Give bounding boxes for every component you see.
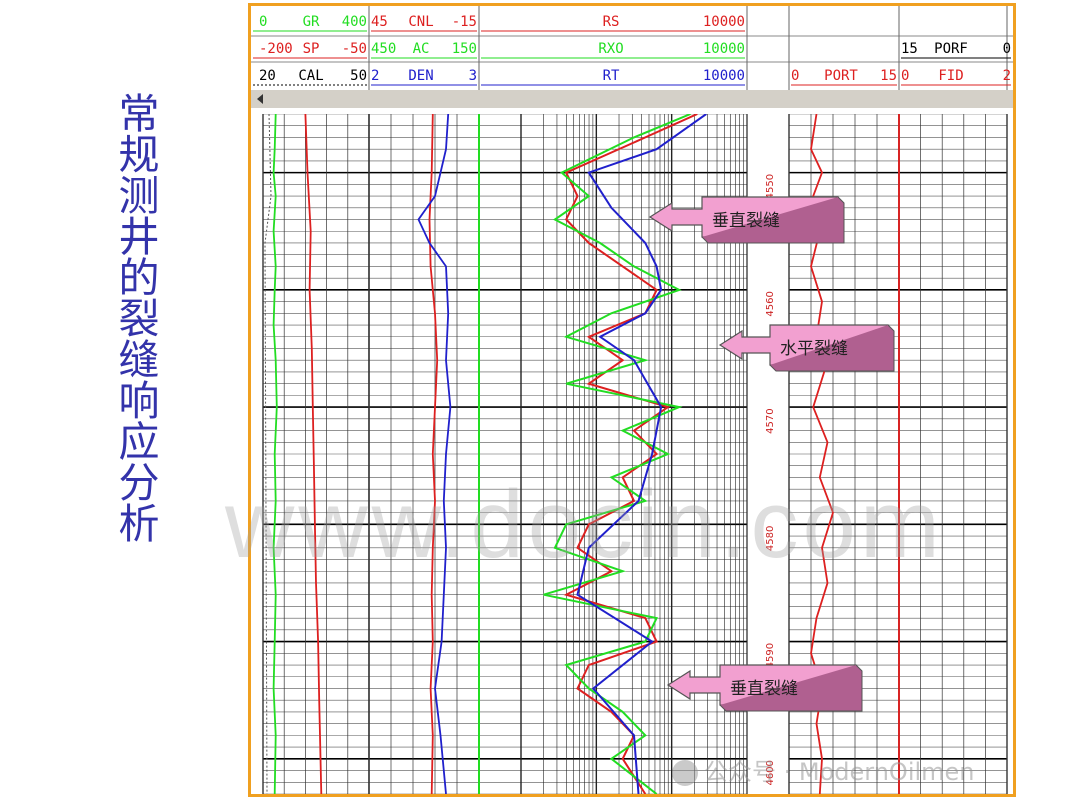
credit-text: 公众号 · ModernOilmen <box>704 758 975 786</box>
header-right-value: -50 <box>342 41 367 57</box>
log-plot: 455045604570458045904600 <box>262 114 1008 794</box>
depth-tick-label: 4580 <box>765 526 776 551</box>
header-left-value: 450 <box>371 41 396 57</box>
header-curve-name: CNL <box>408 14 433 30</box>
header-curve-name: PORF <box>934 41 968 57</box>
fracture-callout: 垂直裂缝 <box>648 189 860 245</box>
header-curve-name: AC <box>413 41 430 57</box>
header-left-value: 0 <box>791 68 799 84</box>
header-left-value: 15 <box>901 41 918 57</box>
header-left-value: 20 <box>259 68 276 84</box>
header-right-value: 10000 <box>703 68 745 84</box>
header-curve-name: GR <box>303 14 320 30</box>
header-left-value: -200 <box>259 41 293 57</box>
header-curve-name: CAL <box>298 68 323 84</box>
header-right-value: 15 <box>880 68 897 84</box>
header-right-value: 3 <box>469 68 477 84</box>
callout-label: 垂直裂缝 <box>712 210 780 231</box>
fracture-callout: 水平裂缝 <box>718 317 910 373</box>
depth-tick-label: 4570 <box>765 408 776 433</box>
header-right-value: 10000 <box>703 14 745 30</box>
header-right-value: 2 <box>1003 68 1011 84</box>
depth-tick-label: 4560 <box>765 291 776 316</box>
header-curve-name: PORT <box>824 68 858 84</box>
header-right-value: 400 <box>342 14 367 30</box>
header-right-value: 10000 <box>703 41 745 57</box>
page-title: 常规测井的裂缝响应分析 <box>111 92 159 543</box>
header-curve-name: SP <box>303 41 320 57</box>
credit-line: 公众号 · ModernOilmen <box>672 752 975 787</box>
header-curve-name: RS <box>603 14 620 30</box>
header-scrollbar <box>251 90 1013 108</box>
callout-label: 垂直裂缝 <box>730 679 798 700</box>
fracture-callout: 垂直裂缝 <box>666 657 878 713</box>
header-left-value: 2 <box>371 68 379 84</box>
header-right-value: 0 <box>1003 41 1011 57</box>
wechat-icon <box>672 760 698 786</box>
header-left-value: 0 <box>259 14 267 30</box>
header-curve-name: RT <box>603 68 620 84</box>
header-right-value: 150 <box>452 41 477 57</box>
header-right-value: 50 <box>350 68 367 84</box>
header-curve-name: RXO <box>598 41 623 57</box>
log-panel: 0 GR 400 -200 SP -50 20 CAL 50 45 CNL -15 450 AC 150 2 D… <box>248 3 1016 797</box>
header-left-value: 0 <box>901 68 909 84</box>
header-curve-name: DEN <box>408 68 433 84</box>
log-header: 0 GR 400-200 SP -5020 CAL 5045 CNL -15450 AC 1502 D… <box>251 6 1013 108</box>
callout-label: 水平裂缝 <box>780 339 848 360</box>
header-right-value: -15 <box>452 14 477 30</box>
header-left-value: 45 <box>371 14 388 30</box>
header-curve-name: FID <box>938 68 963 84</box>
